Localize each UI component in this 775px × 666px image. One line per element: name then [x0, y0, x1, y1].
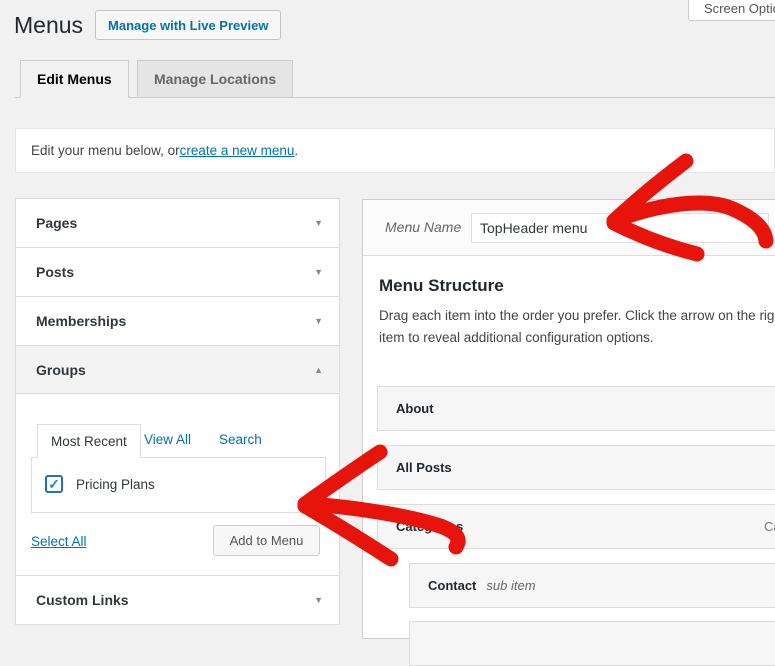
panel-header-posts[interactable]: Posts ▼	[16, 248, 339, 296]
tab-manage-locations[interactable]: Manage Locations	[137, 60, 293, 98]
menu-items-sidebar: Pages ▼ Posts ▼ Memberships ▼ Groups ▲ M…	[15, 199, 340, 625]
menu-item-label: About	[396, 401, 434, 416]
chevron-down-icon: ▼	[314, 218, 323, 228]
groups-tab-view-all[interactable]: View All	[144, 432, 191, 447]
panel-groups-label: Groups	[36, 362, 86, 378]
panel-header-memberships[interactable]: Memberships ▼	[16, 297, 339, 345]
nav-tab-wrapper: Edit Menus Manage Locations	[15, 60, 775, 98]
menu-item-label: Categories	[396, 519, 463, 534]
panel-header-groups[interactable]: Groups ▲	[16, 346, 339, 394]
chevron-down-icon: ▼	[314, 267, 323, 277]
structure-help-line1: Drag each item into the order you prefer…	[379, 308, 775, 323]
edit-menu-notice: Edit your menu below, or create a new me…	[15, 128, 775, 173]
panel-pages-label: Pages	[36, 215, 77, 231]
chevron-down-icon: ▼	[314, 595, 323, 605]
manage-live-preview-button[interactable]: Manage with Live Preview	[95, 10, 281, 40]
menu-structure-heading: Menu Structure	[379, 276, 504, 296]
add-to-menu-button[interactable]: Add to Menu	[213, 525, 320, 556]
panel-custom-links: Custom Links ▼	[15, 575, 340, 625]
panel-groups: Groups ▲ Most Recent View All Search ✓ P…	[15, 345, 340, 576]
screen-options-label: Screen Options	[704, 1, 775, 16]
panel-memberships: Memberships ▼	[15, 296, 340, 346]
select-all-link[interactable]: Select All	[31, 534, 87, 549]
panel-posts: Posts ▼	[15, 247, 340, 297]
menu-name-label: Menu Name	[385, 219, 461, 235]
menu-item-type-label: Category	[764, 519, 775, 534]
page-header: Menus Manage with Live Preview	[14, 10, 281, 40]
chevron-down-icon: ▼	[314, 316, 323, 326]
menu-name-input[interactable]	[471, 213, 769, 243]
notice-text-after: .	[294, 143, 298, 158]
groups-tab-search[interactable]: Search	[219, 432, 262, 447]
create-new-menu-link[interactable]: create a new menu	[180, 143, 295, 158]
screen-options-button[interactable]: Screen Options	[688, 0, 775, 21]
menu-name-row: Menu Name	[363, 200, 775, 256]
checklist-item: ✓ Pricing Plans	[45, 475, 155, 493]
menu-editor-panel: Menu Name Menu Structure Drag each item …	[362, 199, 775, 639]
panel-custom-links-label: Custom Links	[36, 592, 129, 608]
panel-header-custom-links[interactable]: Custom Links ▼	[16, 576, 339, 624]
structure-help-line2: item to reveal additional configuration …	[379, 330, 654, 345]
panel-pages: Pages ▼	[15, 198, 340, 248]
panel-header-pages[interactable]: Pages ▼	[16, 199, 339, 247]
groups-panel-body: Most Recent View All Search ✓ Pricing Pl…	[16, 394, 339, 575]
page-title: Menus	[14, 10, 83, 40]
menu-item-all-posts[interactable]: All Posts	[377, 445, 775, 490]
sub-item-badge: sub item	[486, 578, 535, 593]
notice-text-before: Edit your menu below, or	[31, 143, 180, 158]
menu-item-contact[interactable]: Contact sub item	[409, 563, 775, 608]
menu-item-label: All Posts	[396, 460, 452, 475]
menu-item-partial[interactable]	[409, 621, 775, 666]
checkbox-label: Pricing Plans	[76, 477, 155, 492]
panel-memberships-label: Memberships	[36, 313, 126, 329]
chevron-up-icon: ▲	[314, 365, 323, 375]
menu-item-about[interactable]: About	[377, 386, 775, 431]
menu-item-categories[interactable]: Categories Category	[377, 504, 775, 549]
tab-edit-menus[interactable]: Edit Menus	[20, 60, 129, 98]
panel-posts-label: Posts	[36, 264, 74, 280]
groups-checklist: ✓ Pricing Plans	[31, 457, 326, 513]
groups-tab-most-recent[interactable]: Most Recent	[37, 424, 141, 458]
checkbox-checked-icon[interactable]: ✓	[45, 475, 63, 493]
menu-item-label: Contact	[428, 578, 476, 593]
